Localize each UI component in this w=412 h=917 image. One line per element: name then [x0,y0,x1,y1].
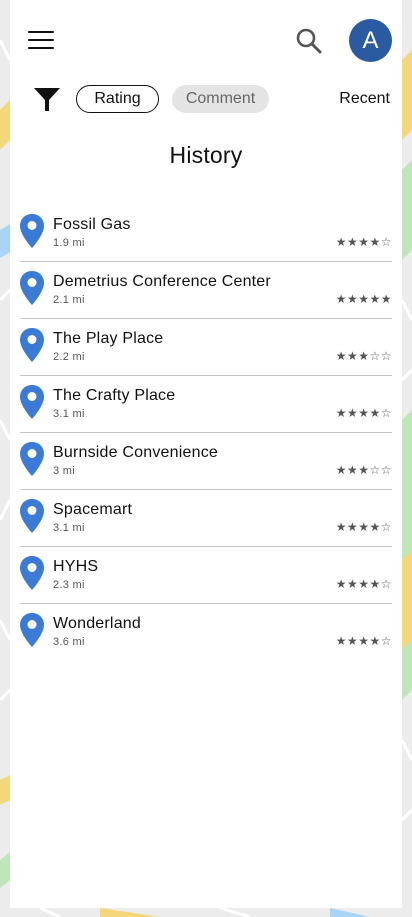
place-distance: 3 mi [53,465,75,477]
location-pin-icon [20,613,44,647]
location-pin-icon [20,442,44,476]
place-distance: 3.1 mi [53,522,85,534]
star-rating: ★★★★☆ [335,577,392,591]
filter-funnel-icon[interactable] [32,84,62,114]
star-rating: ★★★☆☆ [335,463,392,477]
filter-chip-rating[interactable]: Rating [76,85,159,113]
location-pin-icon [20,385,44,419]
place-distance: 3.1 mi [53,408,85,420]
star-rating: ★★★★☆ [335,520,392,534]
place-name: Burnside Convenience [53,444,218,461]
sort-recent-button[interactable]: Recent [339,90,390,108]
place-distance: 2.3 mi [53,579,85,591]
place-name: Fossil Gas [53,216,131,233]
hamburger-menu-icon[interactable] [26,28,56,52]
location-pin-icon [20,556,44,590]
avatar[interactable]: A [349,19,392,62]
history-list: Fossil Gas 1.9 mi ★★★★☆ Demetrius Confer… [10,205,402,661]
list-item[interactable]: Spacemart 3.1 mi ★★★★☆ [10,490,402,547]
location-pin-icon [20,499,44,533]
list-item[interactable]: The Play Place 2.2 mi ★★★☆☆ [10,319,402,376]
star-rating: ★★★☆☆ [335,349,392,363]
filter-bar: Rating Comment Recent [10,80,402,118]
place-name: The Crafty Place [53,387,176,404]
list-item[interactable]: The Crafty Place 3.1 mi ★★★★☆ [10,376,402,433]
star-rating: ★★★★☆ [335,634,392,648]
list-item[interactable]: Demetrius Conference Center 2.1 mi ★★★★★ [10,262,402,319]
place-name: Wonderland [53,615,141,632]
place-name: HYHS [53,558,99,575]
list-item[interactable]: HYHS 2.3 mi ★★★★☆ [10,547,402,604]
top-app-bar: A [10,0,402,80]
history-panel: A Rating Comment Recent History Fossil G… [10,0,402,908]
list-item[interactable]: Fossil Gas 1.9 mi ★★★★☆ [10,205,402,262]
search-icon[interactable] [294,26,324,56]
page-title: History [169,142,243,168]
place-distance: 3.6 mi [53,636,85,648]
place-distance: 2.1 mi [53,294,85,306]
location-pin-icon [20,328,44,362]
star-rating: ★★★★☆ [335,235,392,249]
place-distance: 2.2 mi [53,351,85,363]
location-pin-icon [20,271,44,305]
list-item[interactable]: Wonderland 3.6 mi ★★★★☆ [10,604,402,661]
location-pin-icon [20,214,44,248]
place-name: Spacemart [53,501,133,518]
place-name: The Play Place [53,330,164,347]
filter-chip-comment[interactable]: Comment [172,85,269,113]
list-item[interactable]: Burnside Convenience 3 mi ★★★☆☆ [10,433,402,490]
place-name: Demetrius Conference Center [53,273,271,290]
star-rating: ★★★★★ [335,292,392,306]
star-rating: ★★★★☆ [335,406,392,420]
place-distance: 1.9 mi [53,237,85,249]
